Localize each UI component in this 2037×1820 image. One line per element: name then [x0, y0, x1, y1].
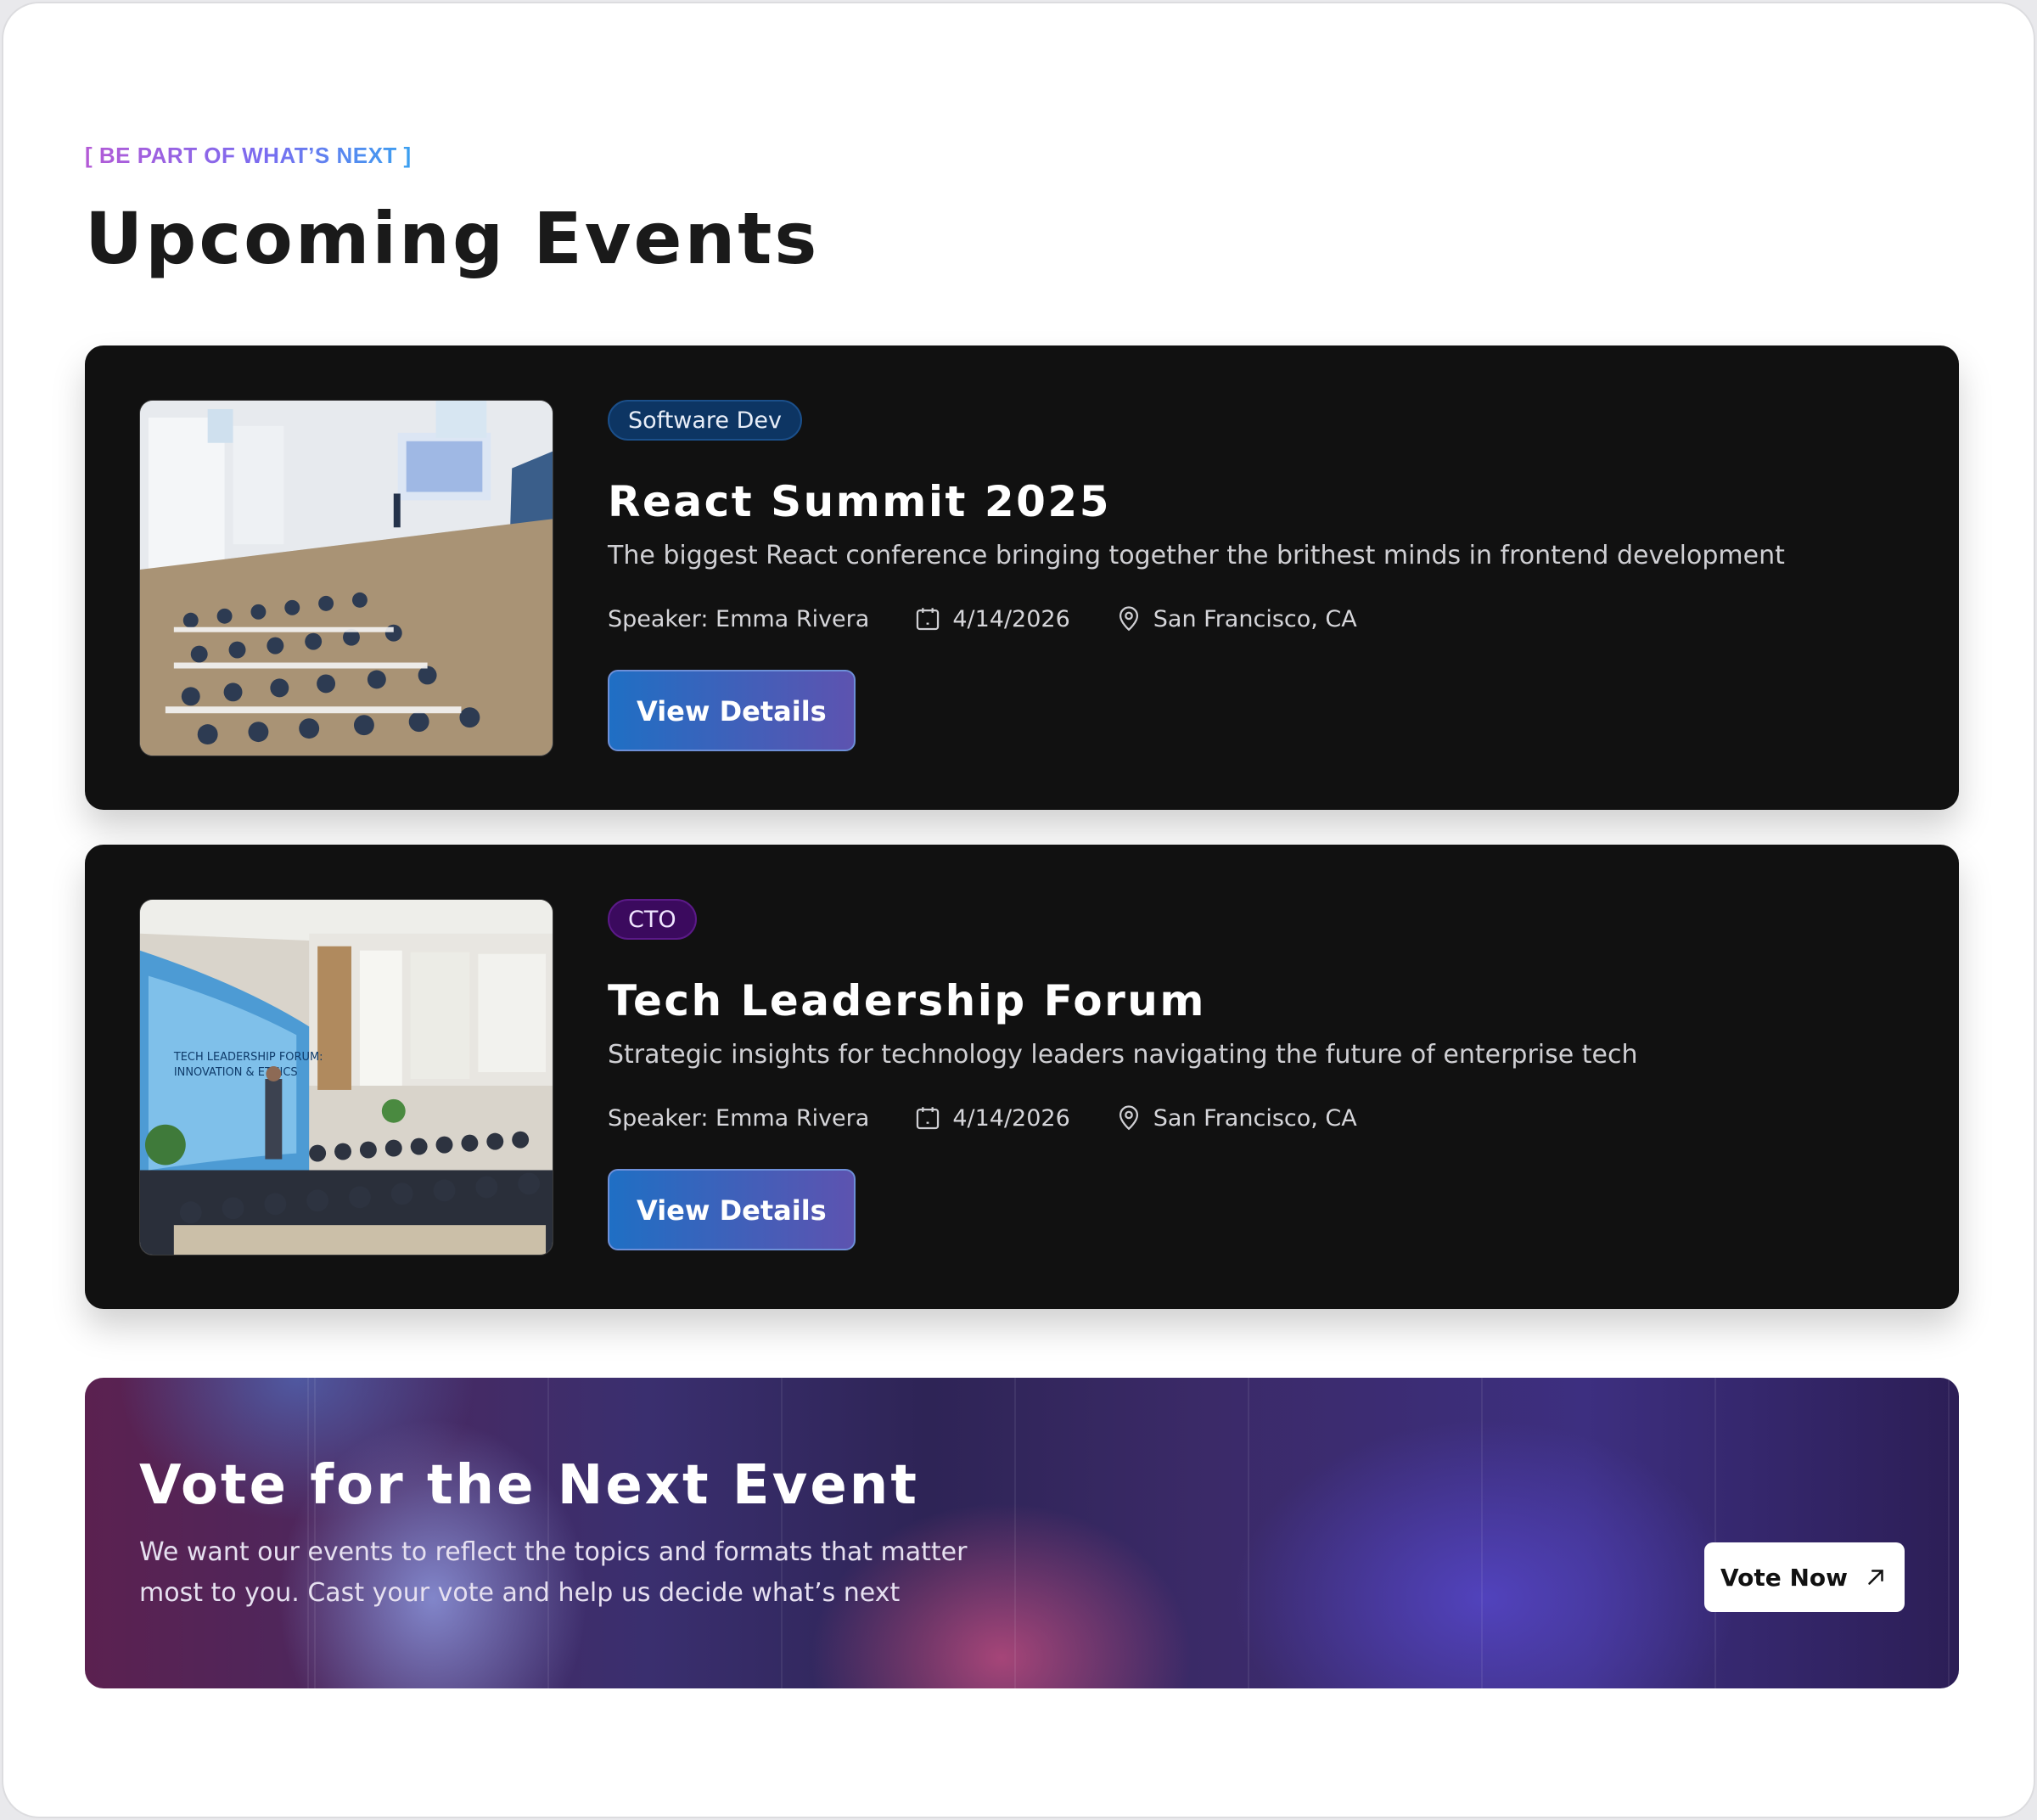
category-tag: CTO — [608, 899, 697, 940]
date-text: 4/14/2026 — [952, 1104, 1070, 1132]
event-location: San Francisco, CA — [1114, 604, 1357, 633]
event-image — [139, 400, 553, 756]
page-title: Upcoming Events — [85, 197, 820, 280]
speaker-text: Speaker: Emma Rivera — [608, 605, 870, 632]
vote-now-button[interactable]: Vote Now — [1704, 1542, 1905, 1612]
event-content: CTO Tech Leadership Forum Strategic insi… — [608, 899, 1908, 1250]
event-date: 4/14/2026 — [913, 1104, 1070, 1132]
event-meta: Speaker: Emma Rivera 4/14/2026 San Franc… — [608, 1101, 1908, 1135]
event-image: TECH LEADERSHIP FORUM: INNOVATION & ETHI… — [139, 899, 553, 1255]
calendar-icon — [917, 1107, 940, 1130]
view-details-button[interactable]: View Details — [608, 670, 856, 751]
location-text: San Francisco, CA — [1153, 605, 1357, 632]
location-text: San Francisco, CA — [1153, 1104, 1357, 1132]
date-text: 4/14/2026 — [952, 605, 1070, 632]
vote-banner: Vote for the Next Event We want our even… — [85, 1378, 1959, 1688]
svg-text:TECH LEADERSHIP FORUM:: TECH LEADERSHIP FORUM: — [173, 1051, 323, 1064]
event-speaker: Speaker: Emma Rivera — [608, 606, 869, 632]
section-eyebrow: [ BE PART OF WHAT’S NEXT ] — [85, 143, 412, 168]
event-meta: Speaker: Emma Rivera 4/14/2026 San Franc… — [608, 602, 1908, 636]
event-card: Software Dev React Summit 2025 The bigge… — [85, 345, 1959, 810]
event-speaker: Speaker: Emma Rivera — [608, 1105, 869, 1132]
view-details-button[interactable]: View Details — [608, 1169, 856, 1250]
calendar-icon — [917, 608, 940, 631]
vote-now-label: Vote Now — [1720, 1563, 1849, 1592]
vote-description-line: most to you. Cast your vote and help us … — [139, 1578, 901, 1608]
arrow-up-right-icon — [1868, 1570, 1883, 1585]
event-description: Strategic insights for technology leader… — [608, 1040, 1638, 1070]
vote-description-line: We want our events to reflect the topics… — [139, 1537, 968, 1567]
event-content: Software Dev React Summit 2025 The bigge… — [608, 400, 1908, 751]
event-description: The biggest React conference bringing to… — [608, 541, 1785, 570]
location-pin-icon — [1119, 606, 1138, 632]
event-title: Tech Leadership Forum — [608, 976, 1206, 1025]
page-container: [ BE PART OF WHAT’S NEXT ] Upcoming Even… — [2, 2, 2035, 1818]
speaker-text: Speaker: Emma Rivera — [608, 1104, 870, 1132]
vote-title: Vote for the Next Event — [139, 1454, 919, 1517]
category-tag: Software Dev — [608, 400, 802, 441]
event-location: San Francisco, CA — [1114, 1104, 1357, 1132]
event-date: 4/14/2026 — [913, 604, 1070, 633]
event-title: React Summit 2025 — [608, 477, 1112, 526]
location-pin-icon — [1119, 1105, 1138, 1131]
vote-description: We want our events to reflect the topics… — [139, 1532, 988, 1614]
event-card: TECH LEADERSHIP FORUM: INNOVATION & ETHI… — [85, 845, 1959, 1309]
